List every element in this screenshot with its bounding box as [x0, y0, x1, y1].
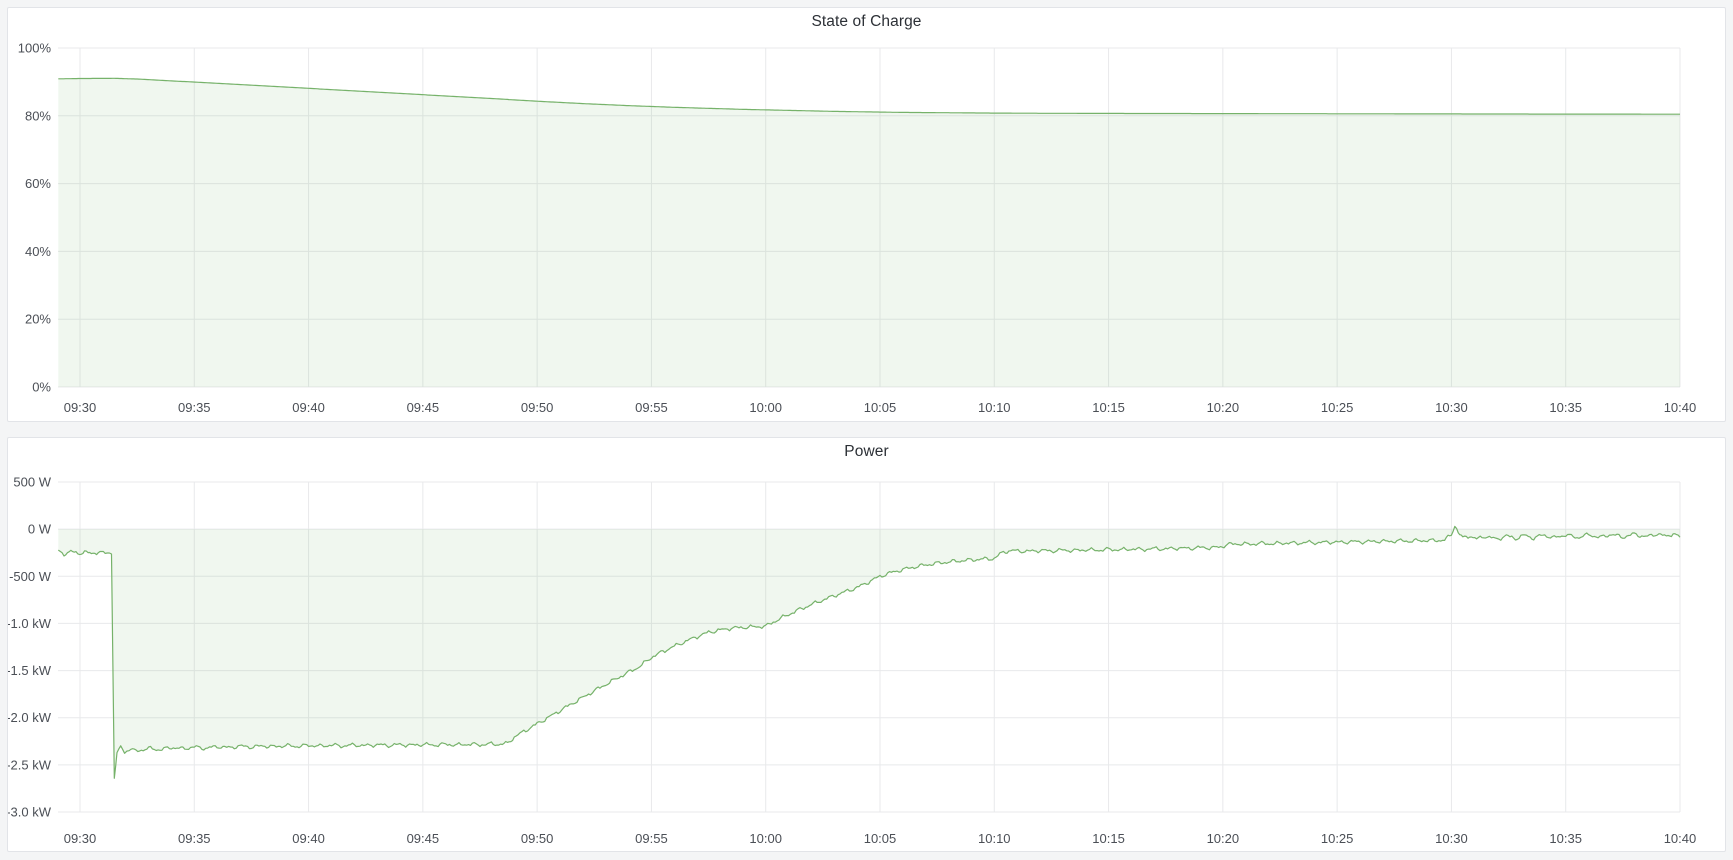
y-tick-label: 40%	[25, 244, 51, 259]
series-area	[58, 526, 1680, 778]
state-of-charge-chart[interactable]: 09:30 09:35 09:40 09:45 09:50 09:55 10:00 10:05…	[8, 8, 1725, 421]
x-tick-label: 10:35	[1549, 831, 1582, 846]
x-tick-label: 10:15	[1092, 831, 1125, 846]
x-tick-label: 09:45	[407, 400, 440, 415]
x-tick-label: 09:35	[178, 400, 211, 415]
x-tick-label: 09:55	[635, 831, 668, 846]
x-tick-label: 09:30	[64, 831, 97, 846]
x-tick-label: 10:00	[749, 400, 782, 415]
x-tick-label: 10:20	[1207, 831, 1240, 846]
y-tick-label: 0%	[32, 380, 51, 395]
y-tick-label: 500 W	[13, 475, 51, 490]
panel-state-of-charge: State of Charge 09:30 09:35 09:40 09:45 09:5…	[7, 7, 1726, 422]
y-tick-label: 100%	[18, 41, 52, 56]
x-tick-label: 10:25	[1321, 400, 1354, 415]
x-tick-label: 10:40	[1664, 831, 1697, 846]
x-tick-label: 09:50	[521, 400, 554, 415]
y-tick-label: -2.0 kW	[8, 710, 52, 725]
dashboard: State of Charge 09:30 09:35 09:40 09:45 09:5…	[0, 0, 1733, 860]
y-tick-label: 80%	[25, 108, 51, 123]
y-tick-label: -1.5 kW	[8, 663, 52, 678]
x-tick-label: 09:55	[635, 400, 668, 415]
x-tick-label: 10:05	[864, 831, 897, 846]
panel-title-state-of-charge[interactable]: State of Charge	[8, 8, 1725, 31]
x-tick-label: 10:15	[1092, 400, 1125, 415]
x-tick-label: 09:30	[64, 400, 97, 415]
y-tick-label: -2.5 kW	[8, 757, 52, 772]
x-tick-label: 09:40	[292, 831, 325, 846]
x-tick-label: 10:35	[1549, 400, 1582, 415]
x-tick-label: 10:00	[749, 831, 782, 846]
y-tick-label: 0 W	[28, 522, 52, 537]
x-tick-label: 10:30	[1435, 400, 1468, 415]
panel-title-power[interactable]: Power	[8, 438, 1725, 461]
x-tick-label: 09:40	[292, 400, 325, 415]
x-tick-label: 10:30	[1435, 831, 1468, 846]
y-tick-label: 60%	[25, 176, 51, 191]
x-tick-label: 10:20	[1207, 400, 1240, 415]
x-tick-label: 10:05	[864, 400, 897, 415]
y-tick-label: 20%	[25, 312, 51, 327]
x-tick-label: 10:10	[978, 831, 1011, 846]
x-tick-label: 10:25	[1321, 831, 1354, 846]
x-tick-label: 09:50	[521, 831, 554, 846]
x-tick-label: 09:35	[178, 831, 211, 846]
y-tick-label: -3.0 kW	[8, 805, 52, 820]
y-tick-label: -1.0 kW	[8, 616, 52, 631]
x-tick-label: 10:40	[1664, 400, 1697, 415]
panel-power: Power 09:30 09:35 09:40 09:45 09:50 09:55 10:0…	[7, 437, 1726, 852]
power-chart[interactable]: 09:30 09:35 09:40 09:45 09:50 09:55 10:00 10:05…	[8, 438, 1725, 851]
series-area	[58, 78, 1680, 387]
x-tick-label: 10:10	[978, 400, 1011, 415]
y-tick-label: -500 W	[9, 569, 52, 584]
x-tick-label: 09:45	[407, 831, 440, 846]
